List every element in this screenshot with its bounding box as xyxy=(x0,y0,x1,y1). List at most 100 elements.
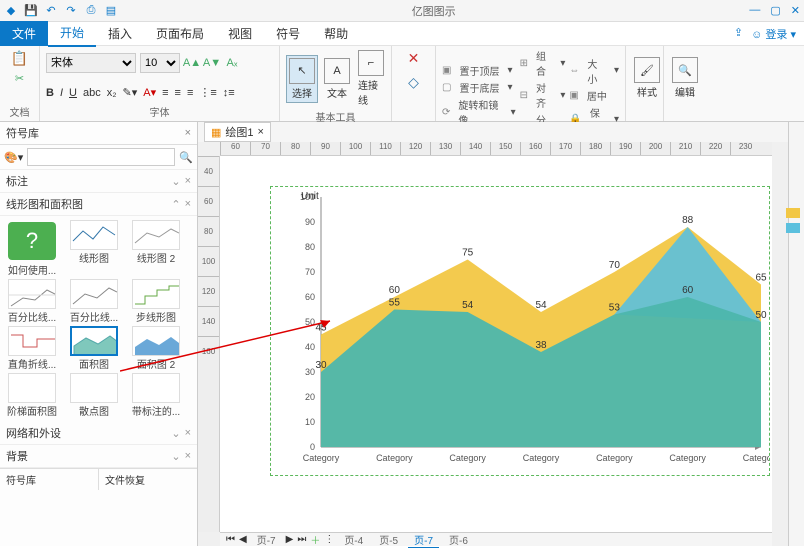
shape-area2[interactable]: 面积图 2 xyxy=(126,326,186,371)
svg-text:Category: Category xyxy=(303,453,340,463)
svg-text:38: 38 xyxy=(535,340,547,351)
shape-area1[interactable]: 面积图 xyxy=(64,326,124,371)
svg-text:75: 75 xyxy=(462,248,474,259)
bold-button[interactable]: B xyxy=(46,87,54,99)
underline-button[interactable]: U xyxy=(69,87,77,99)
size-icon[interactable]: ⇔ xyxy=(569,65,579,76)
canvas-area: ▦绘图1× 6070809010011012013014015016017018… xyxy=(198,122,788,546)
strike-icon[interactable]: abc xyxy=(83,87,101,99)
shape-label[interactable]: 带标注的... xyxy=(126,373,186,418)
maximize-icon[interactable]: ▢ xyxy=(770,4,780,17)
panel-close-icon[interactable]: × xyxy=(185,127,191,139)
font-size-select[interactable]: 10 xyxy=(140,53,180,73)
page-canvas[interactable]: 0102030405060708090100Unit45607554708865… xyxy=(220,156,772,532)
svg-text:Category: Category xyxy=(596,453,633,463)
preview-icon[interactable]: ▤ xyxy=(104,4,118,18)
select-tool[interactable]: ↖选择 xyxy=(286,55,318,103)
cut-icon[interactable]: ✂ xyxy=(12,70,28,86)
shape-scatter[interactable]: 散点图 xyxy=(64,373,124,418)
shape-line1[interactable]: 线形图 xyxy=(64,220,124,277)
category-background[interactable]: 背景⌄× xyxy=(0,445,197,468)
increase-font-icon[interactable]: A▲ xyxy=(184,55,200,71)
category-biaozhu[interactable]: 标注⌄× xyxy=(0,170,197,193)
align-center-icon[interactable]: ≡ xyxy=(175,87,181,99)
document-tab[interactable]: ▦绘图1× xyxy=(204,122,271,142)
rotate-icon[interactable]: ⟳ xyxy=(442,107,450,118)
shape-angle[interactable]: 直角折线... xyxy=(2,326,62,371)
tab-insert[interactable]: 插入 xyxy=(96,21,144,46)
quick-access-toolbar: ◆ 💾 ↶ ↷ ⎙ ▤ xyxy=(4,4,118,18)
ruler-horizontal: 6070809010011012013014015016017018019020… xyxy=(220,142,772,156)
font-family-select[interactable]: 宋体 xyxy=(46,53,136,73)
login-button[interactable]: ☺ 登录 ▾ xyxy=(751,26,796,42)
category-network[interactable]: 网络和外设⌄× xyxy=(0,422,197,445)
share-icon[interactable]: ⇪ xyxy=(734,26,743,42)
file-recover[interactable]: 文件恢复 xyxy=(98,469,197,490)
clear-format-icon[interactable]: Aₓ xyxy=(224,55,240,71)
line-spacing-icon[interactable]: ↕≡ xyxy=(223,87,235,99)
add-page-icon[interactable]: ＋ xyxy=(310,532,320,547)
center-icon[interactable]: ▣ xyxy=(569,90,578,101)
group-font: 字体 xyxy=(46,104,273,121)
page-prev-icon[interactable]: ◀ xyxy=(239,534,247,545)
page-tab[interactable]: 页-5 xyxy=(373,532,404,547)
file-menu[interactable]: 文件 xyxy=(0,21,48,46)
shape-line2[interactable]: 线形图 2 xyxy=(126,220,186,277)
font-color-icon[interactable]: A▾ xyxy=(143,86,156,99)
align-icon[interactable]: ⊟ xyxy=(520,90,528,101)
tab-help[interactable]: 帮助 xyxy=(312,21,360,46)
help-icon[interactable]: ? xyxy=(8,222,56,260)
page-last-icon[interactable]: ⏭ xyxy=(297,534,306,545)
undo-icon[interactable]: ↶ xyxy=(44,4,58,18)
palette-icon[interactable]: 🎨▾ xyxy=(4,151,23,164)
tab-symbol[interactable]: 符号 xyxy=(264,21,312,46)
tab-page-layout[interactable]: 页面布局 xyxy=(144,21,216,46)
svg-text:80: 80 xyxy=(305,242,315,252)
page-tab[interactable]: 页-7 xyxy=(408,532,439,548)
text-tool[interactable]: A文本 xyxy=(322,56,352,102)
connector-tool[interactable]: ⌐连接线 xyxy=(356,48,386,109)
style-button[interactable]: 🖌样式 xyxy=(632,55,662,101)
save-icon[interactable]: 💾 xyxy=(24,4,38,18)
page-tab[interactable]: 页-6 xyxy=(443,532,474,547)
subscript-icon[interactable]: x₂ xyxy=(107,87,117,99)
chart-selection[interactable]: 0102030405060708090100Unit45607554708865… xyxy=(270,186,770,476)
tab-start[interactable]: 开始 xyxy=(48,20,96,47)
highlight-icon[interactable]: ✎▾ xyxy=(123,86,138,99)
align-right-icon[interactable]: ≡ xyxy=(187,87,193,99)
bring-front-icon[interactable]: ▣ xyxy=(442,65,451,76)
menu-bar: 文件 开始 插入 页面布局 视图 符号 帮助 ⇪ ☺ 登录 ▾ xyxy=(0,22,804,46)
minimize-icon[interactable]: — xyxy=(749,4,760,17)
edit-button[interactable]: 🔍编辑 xyxy=(670,55,700,101)
close-icon[interactable]: ✕ xyxy=(791,4,800,17)
shape-grid: ?如何使用... 线形图 线形图 2 百分比线... 百分比线... 步线形图 … xyxy=(0,216,197,422)
decrease-font-icon[interactable]: A▼ xyxy=(204,55,220,71)
area-chart: 0102030405060708090100Unit45607554708865… xyxy=(271,187,769,475)
italic-button[interactable]: I xyxy=(60,87,63,99)
category-line-area[interactable]: 线形图和面积图⌃× xyxy=(0,193,197,216)
shape-step[interactable]: 步线形图 xyxy=(126,279,186,324)
tab-close-icon[interactable]: × xyxy=(258,126,264,138)
shape-icon[interactable]: ◇ xyxy=(404,72,424,92)
page-first-icon[interactable]: ⏮ xyxy=(226,534,235,545)
shape-pct1[interactable]: 百分比线... xyxy=(2,279,62,324)
paste-icon[interactable]: 📋 xyxy=(10,48,30,68)
close-shape-icon[interactable]: ✕ xyxy=(404,48,424,68)
svg-text:53: 53 xyxy=(609,303,621,314)
page-next-icon[interactable]: ▶ xyxy=(286,534,294,545)
library-footer[interactable]: 符号库 xyxy=(0,469,98,490)
send-back-icon[interactable]: ▢ xyxy=(442,82,451,93)
library-search-input[interactable] xyxy=(27,148,175,166)
ribbon: 📋 ✂ 文档 宋体 10 A▲ A▼ Aₓ B I U abc x₂ ✎▾ A▾… xyxy=(0,46,804,122)
bullets-icon[interactable]: ⋮≡ xyxy=(199,86,216,99)
shape-pct2[interactable]: 百分比线... xyxy=(64,279,124,324)
group-icon[interactable]: ⊞ xyxy=(520,58,528,69)
search-icon[interactable]: 🔍 xyxy=(179,151,193,164)
shape-stair[interactable]: 阶梯面积图 xyxy=(2,373,62,418)
tab-view[interactable]: 视图 xyxy=(216,21,264,46)
align-left-icon[interactable]: ≡ xyxy=(162,87,168,99)
redo-icon[interactable]: ↷ xyxy=(64,4,78,18)
right-sidebar[interactable] xyxy=(788,122,804,546)
print-icon[interactable]: ⎙ xyxy=(84,4,98,18)
page-tab[interactable]: 页-4 xyxy=(338,532,369,547)
